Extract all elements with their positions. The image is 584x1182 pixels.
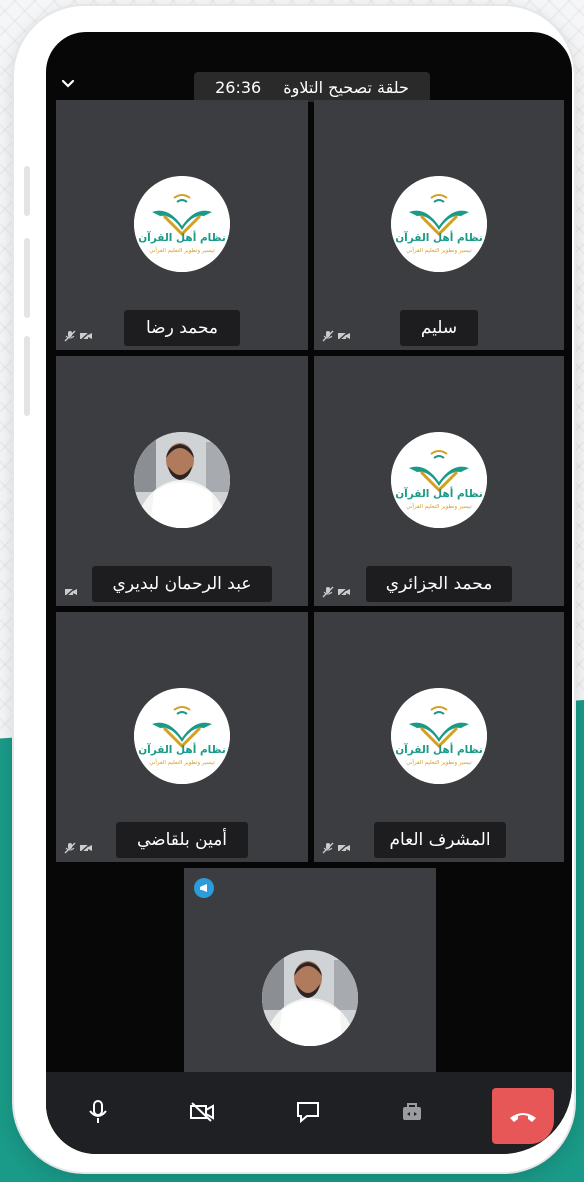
status-indicators <box>64 586 78 598</box>
phone-side-button <box>24 238 30 318</box>
participant-avatar-photo <box>134 432 230 528</box>
video-off-icon <box>64 586 77 598</box>
app-logo: نظام أهل القرآن تيسير وتطوير التعليم الق… <box>134 176 230 272</box>
app-logo: نظام أهل القرآن تيسير وتطوير التعليم الق… <box>134 688 230 784</box>
mic-off-icon <box>322 586 334 598</box>
participant-name: محمد رضا <box>124 310 240 346</box>
participant-tile[interactable]: نظام أهل القرآن تيسير وتطوير التعليم الق… <box>314 612 564 862</box>
video-off-icon[interactable] <box>184 1094 220 1130</box>
app-logo: نظام أهل القرآن تيسير وتطوير التعليم الق… <box>391 176 487 272</box>
end-call-button[interactable] <box>492 1088 554 1144</box>
status-indicators <box>322 330 351 342</box>
logo-line2: تيسير وتطوير التعليم القرآني <box>149 248 215 254</box>
chat-icon[interactable] <box>290 1094 326 1130</box>
mic-off-icon <box>64 330 76 342</box>
call-title: حلقة تصحيح التلاوة <box>283 77 409 97</box>
video-off-icon <box>79 842 92 854</box>
participant-name: سليم <box>400 310 478 346</box>
status-indicators <box>64 330 93 342</box>
call-timer: 26:36 <box>215 77 262 97</box>
participant-name: أمين بلقاضي <box>116 822 248 858</box>
participant-tile[interactable]: نظام أهل القرآن تيسير وتطوير التعليم الق… <box>56 100 308 350</box>
call-title-pill: حلقة تصحيح التلاوة 26:36 <box>194 72 430 102</box>
microphone-icon[interactable] <box>80 1094 116 1130</box>
participant-tile[interactable]: نظام أهل القرآن تيسير وتطوير التعليم الق… <box>314 356 564 606</box>
video-off-icon <box>337 842 350 854</box>
phone-side-button <box>24 336 30 416</box>
app-logo: نظام أهل القرآن تيسير وتطوير التعليم الق… <box>391 688 487 784</box>
logo-line2: تيسير وتطوير التعليم القرآني <box>406 248 472 254</box>
toolbox-icon[interactable] <box>394 1094 430 1130</box>
self-avatar-photo <box>262 950 358 1046</box>
chevron-down-icon[interactable] <box>60 76 76 92</box>
logo-line2: تيسير وتطوير التعليم القرآني <box>406 504 472 510</box>
status-indicators <box>322 586 351 598</box>
participant-tile[interactable]: نظام أهل القرآن تيسير وتطوير التعليم الق… <box>314 100 564 350</box>
status-indicators <box>322 842 351 854</box>
logo-line1: نظام أهل القرآن <box>395 488 483 500</box>
participant-name: محمد الجزائري <box>366 566 512 602</box>
top-bar: حلقة تصحيح التلاوة 26:36 <box>46 70 572 104</box>
logo-line2: تيسير وتطوير التعليم القرآني <box>149 760 215 766</box>
logo-line1: نظام أهل القرآن <box>395 232 483 244</box>
call-screen: حلقة تصحيح التلاوة 26:36 نظام أهل القرآن… <box>46 32 572 1154</box>
participant-name: المشرف العام <box>374 822 506 858</box>
video-off-icon <box>337 330 350 342</box>
participant-tile[interactable]: نظام أهل القرآن تيسير وتطوير التعليم الق… <box>56 612 308 862</box>
participant-tile[interactable]: عبد الرحمان لبديري <box>56 356 308 606</box>
mic-off-icon <box>64 842 76 854</box>
mic-off-icon <box>322 330 334 342</box>
participant-name: عبد الرحمان لبديري <box>92 566 272 602</box>
logo-line2: تيسير وتطوير التعليم القرآني <box>406 760 472 766</box>
call-toolbar <box>46 1072 572 1154</box>
app-logo: نظام أهل القرآن تيسير وتطوير التعليم الق… <box>391 432 487 528</box>
megaphone-icon <box>194 878 214 898</box>
mic-off-icon <box>322 842 334 854</box>
phone-side-button <box>24 166 30 216</box>
logo-line1: نظام أهل القرآن <box>138 232 226 244</box>
self-view-tile[interactable] <box>184 868 436 1072</box>
video-off-icon <box>79 330 92 342</box>
logo-line1: نظام أهل القرآن <box>395 744 483 756</box>
logo-line1: نظام أهل القرآن <box>138 744 226 756</box>
video-off-icon <box>337 586 350 598</box>
status-indicators <box>64 842 93 854</box>
end-call-icon <box>510 1113 536 1122</box>
